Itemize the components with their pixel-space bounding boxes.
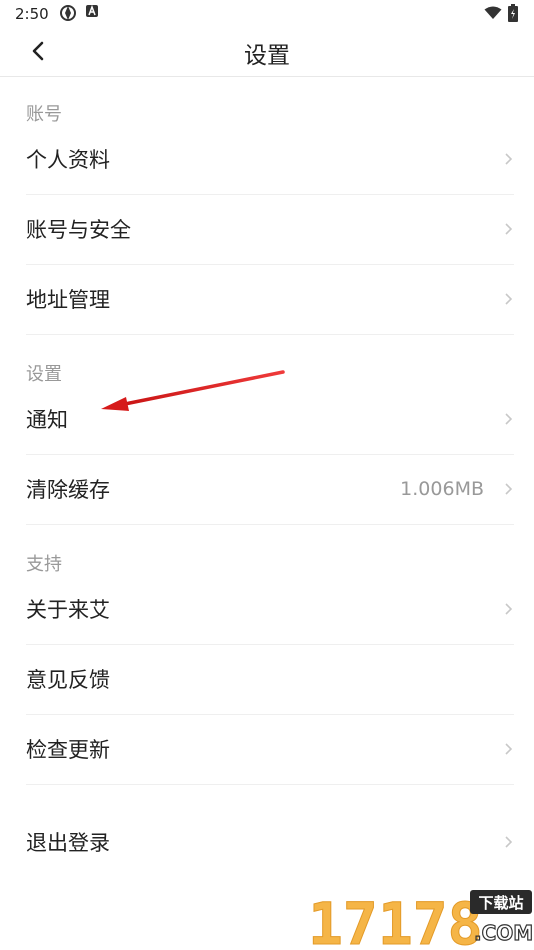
- watermark-number: 17178: [308, 890, 483, 950]
- watermark-suffix: .COM: [474, 921, 533, 945]
- watermark-badge: 下载站: [478, 894, 523, 912]
- watermark-logo: 17178 下载站 .COM: [308, 890, 534, 950]
- annotation-arrow-icon: [101, 370, 285, 411]
